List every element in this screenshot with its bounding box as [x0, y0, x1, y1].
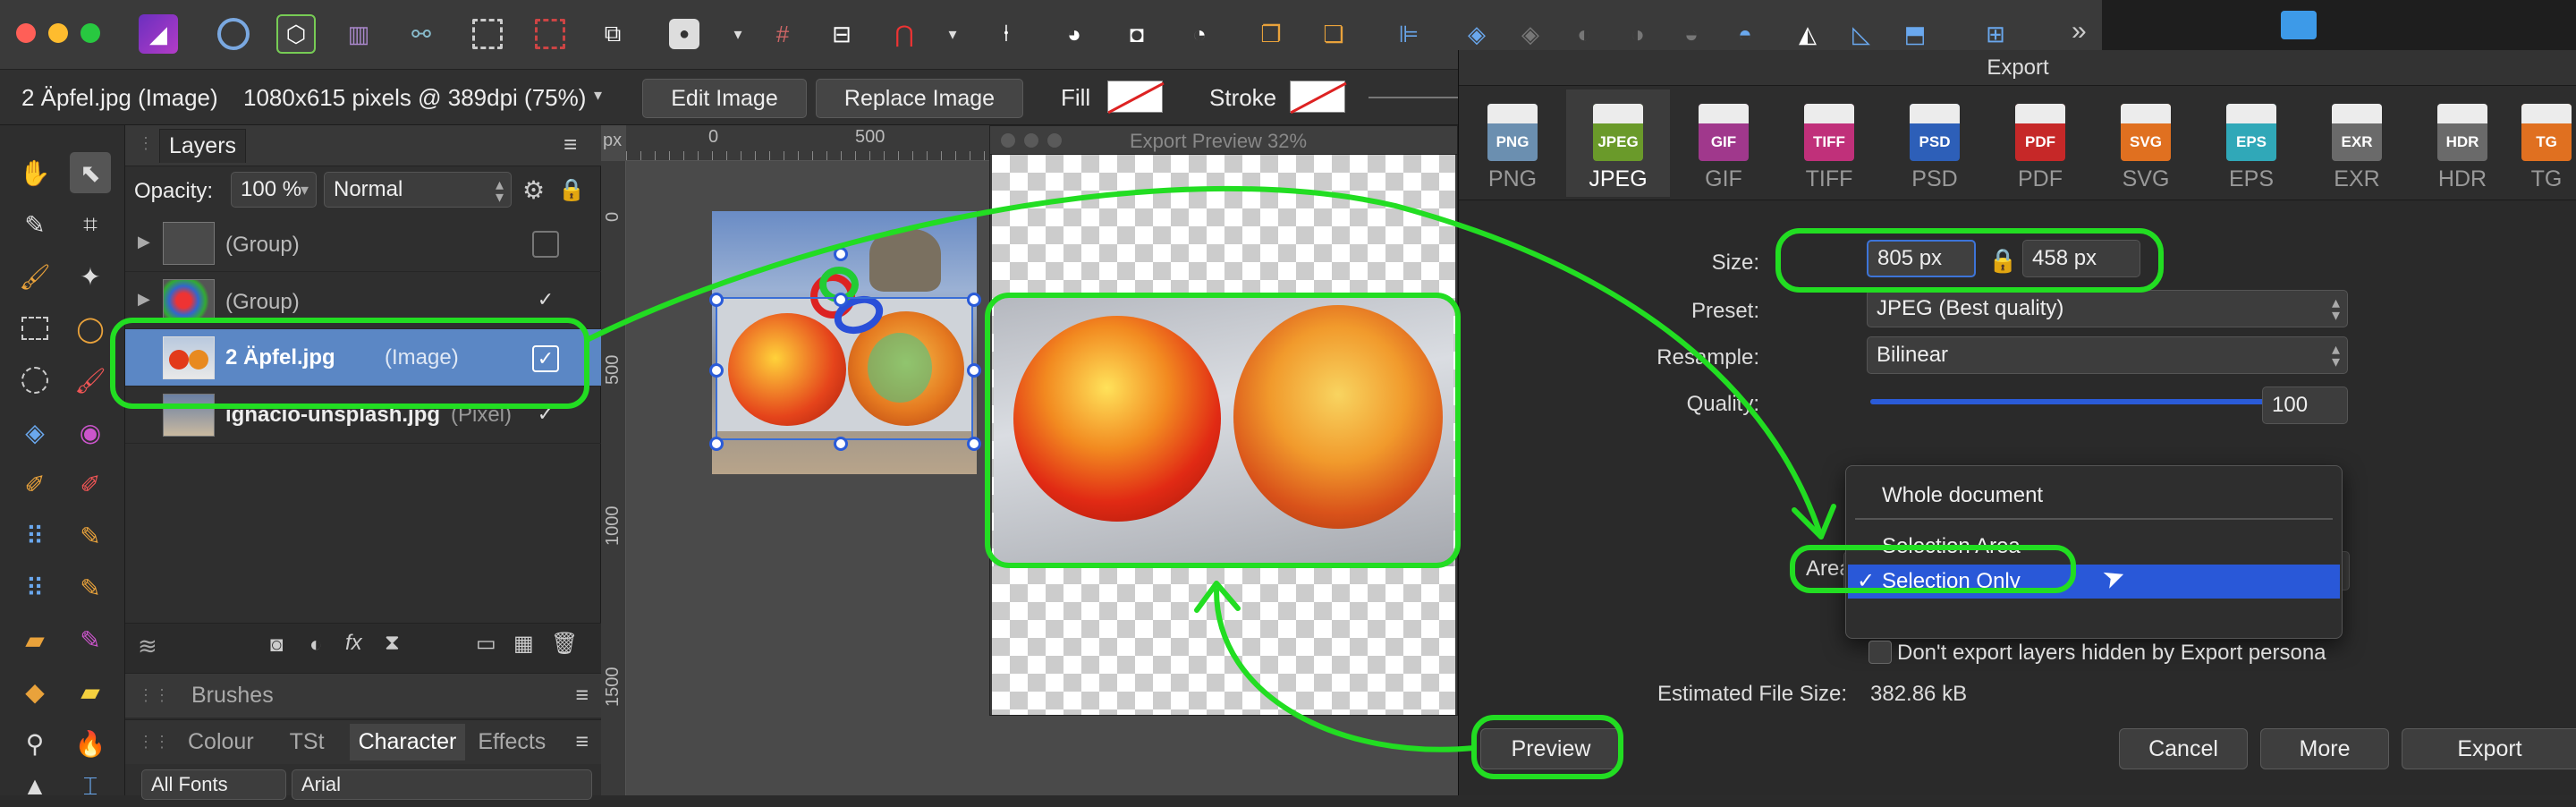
annotation-arrow: [584, 185, 1824, 539]
annotation-area-highlight: [1790, 545, 2076, 593]
annotation-size-highlight: [1775, 228, 2164, 293]
annotation-preview-highlight: [985, 293, 1461, 568]
annotation-preview-button-highlight: [1471, 715, 1623, 779]
annotation-layer-highlight: [110, 318, 589, 409]
annotation-arrow: [1214, 588, 1477, 752]
annotation-overlay: [110, 185, 2164, 779]
